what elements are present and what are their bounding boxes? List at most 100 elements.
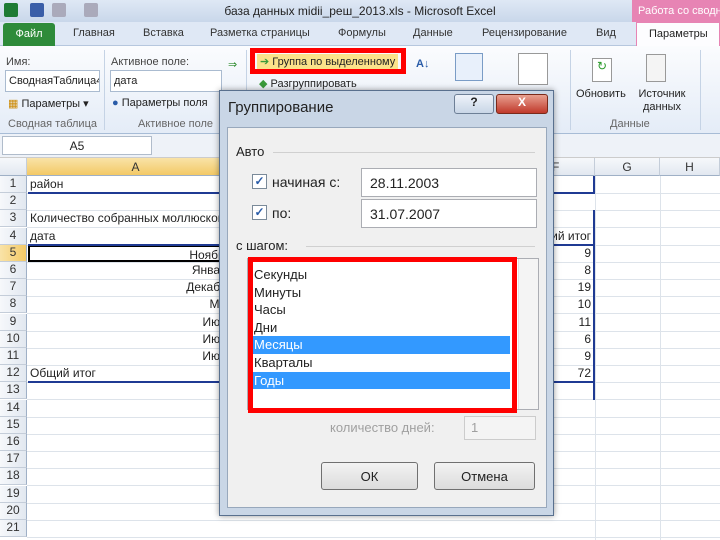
cell-a[interactable] (28, 434, 245, 451)
cell-a[interactable]: Май 2 (28, 296, 245, 313)
cell-a[interactable]: Количество собранных моллюсков (28, 210, 245, 227)
tab-page-layout[interactable]: Разметка страницы (210, 27, 310, 39)
tab-formulas[interactable]: Формулы (338, 27, 386, 39)
window-title: база данных midii_реш_2013.xls - Microso… (224, 4, 496, 18)
name-label: Имя: (6, 56, 31, 68)
title-bar: база данных midii_реш_2013.xls - Microso… (0, 0, 720, 22)
row-header[interactable]: 11 (0, 348, 27, 365)
cell-a[interactable]: Ноябрь 2 (28, 244, 245, 262)
row-header[interactable]: 13 (0, 382, 27, 400)
cell-a[interactable]: Январь 2 (28, 262, 245, 279)
cancel-button[interactable]: Отмена (434, 462, 535, 490)
column-header-h[interactable]: H (660, 158, 720, 176)
pivot-options-button[interactable]: ▦ Параметры ▾ (8, 97, 89, 110)
tab-options[interactable]: Параметры (636, 22, 720, 47)
sort-dialog-icon[interactable] (455, 53, 483, 81)
row-header[interactable]: 3 (0, 210, 27, 228)
days-spinner[interactable]: 1 (464, 416, 536, 440)
dialog-title: Группирование (228, 99, 334, 116)
refresh-button[interactable]: Обновить (576, 88, 626, 100)
cell-a[interactable]: дата (28, 228, 245, 245)
cell-a[interactable] (28, 382, 245, 399)
options-icon: ▦ (8, 98, 22, 110)
cell-a[interactable] (28, 486, 245, 503)
cell-a[interactable] (28, 400, 245, 417)
highlight-box (250, 48, 406, 74)
column-header-g[interactable]: G (595, 158, 660, 176)
group-label-data: Данные (610, 118, 650, 130)
end-date-input[interactable]: 31.07.2007 (361, 199, 537, 228)
tab-home[interactable]: Главная (73, 27, 115, 39)
close-button[interactable]: X (496, 94, 548, 114)
tab-file[interactable]: Файл (3, 23, 55, 46)
end-label: по: (272, 205, 292, 221)
start-checkbox[interactable]: ✓ (252, 174, 267, 189)
dialog-body: Авто ✓ начиная с: 28.11.2003 ✓ по: 31.07… (227, 127, 547, 508)
cell-a[interactable]: Общий итог (28, 365, 245, 382)
end-checkbox[interactable]: ✓ (252, 205, 267, 220)
group-label-pivot: Сводная таблица (8, 118, 97, 130)
step-label: с шагом: (236, 238, 289, 253)
change-source-button[interactable]: Источник данных (634, 88, 690, 114)
row-header[interactable]: 9 (0, 313, 27, 331)
row-header[interactable]: 21 (0, 520, 27, 537)
arrow-left-icon: ◆ (259, 78, 271, 90)
row-header[interactable]: 14 (0, 399, 27, 417)
cell-a[interactable] (28, 193, 245, 210)
row-header[interactable]: 5 (0, 244, 27, 262)
grouping-dialog: Группирование ? X Авто ✓ начиная с: 28.1… (219, 90, 554, 516)
row-header[interactable]: 19 (0, 485, 27, 503)
days-label: количество дней: (330, 420, 435, 435)
tab-review[interactable]: Рецензирование (482, 27, 567, 39)
sort-icon[interactable]: A↓ (416, 58, 429, 70)
start-label: начиная с: (272, 174, 341, 190)
cell-a[interactable]: Июнь 2 (28, 314, 245, 331)
column-header-a[interactable]: A (27, 158, 245, 176)
row-header[interactable]: 17 (0, 451, 27, 469)
tab-data[interactable]: Данные (413, 27, 453, 39)
data-source-icon[interactable] (646, 54, 666, 82)
row-header[interactable]: 2 (0, 193, 27, 211)
cell-a[interactable] (28, 451, 245, 468)
field-settings-button[interactable]: ● Параметры поля (112, 97, 208, 109)
row-header[interactable]: 7 (0, 279, 27, 297)
row-header[interactable]: 20 (0, 502, 27, 520)
help-button[interactable]: ? (454, 94, 494, 114)
group-label-active-field: Активное поле (138, 118, 214, 130)
tab-view[interactable]: Вид (596, 27, 616, 39)
row-header[interactable]: 10 (0, 330, 27, 348)
tab-insert[interactable]: Вставка (143, 27, 184, 39)
active-field-input[interactable]: дата (110, 70, 222, 92)
row-header[interactable]: 1 (0, 176, 27, 193)
cell-a[interactable]: Июль 2 (28, 348, 245, 365)
cell-a[interactable] (28, 503, 245, 520)
cell-a[interactable] (28, 468, 245, 485)
ungroup-button[interactable]: ◆ Разгруппировать (259, 77, 357, 90)
select-all-corner[interactable] (0, 158, 27, 176)
row-header[interactable]: 16 (0, 434, 27, 451)
ok-button[interactable]: ОК (321, 462, 418, 490)
row-header[interactable]: 12 (0, 365, 27, 383)
active-field-label: Активное поле: (111, 56, 190, 68)
info-icon: ● (112, 97, 122, 109)
listbox-scrollbar[interactable] (518, 259, 538, 409)
insert-slicer-icon[interactable] (518, 53, 548, 85)
row-header[interactable]: 18 (0, 468, 27, 486)
pivot-name-input[interactable]: СводнаяТаблица4 (5, 70, 100, 92)
name-box[interactable]: A5 (2, 136, 152, 155)
cell-a[interactable] (28, 417, 245, 434)
refresh-icon[interactable]: ↻ (592, 58, 612, 82)
cell-a[interactable]: Декабрь 2 (28, 279, 245, 296)
row-header[interactable]: 15 (0, 416, 27, 434)
cell-a[interactable] (28, 520, 245, 537)
row-header[interactable]: 4 (0, 227, 27, 245)
context-tab-header: Работа со сводными (632, 0, 720, 22)
cell-a[interactable]: Июнь 2 (28, 331, 245, 348)
row-header[interactable]: 6 (0, 262, 27, 279)
row-header[interactable]: 8 (0, 296, 27, 314)
highlight-box (248, 257, 517, 413)
expand-field-icon[interactable]: ⇒ (228, 58, 237, 71)
cell-a[interactable]: район (28, 176, 245, 193)
cell-f[interactable] (531, 520, 593, 537)
start-date-input[interactable]: 28.11.2003 (361, 168, 537, 197)
